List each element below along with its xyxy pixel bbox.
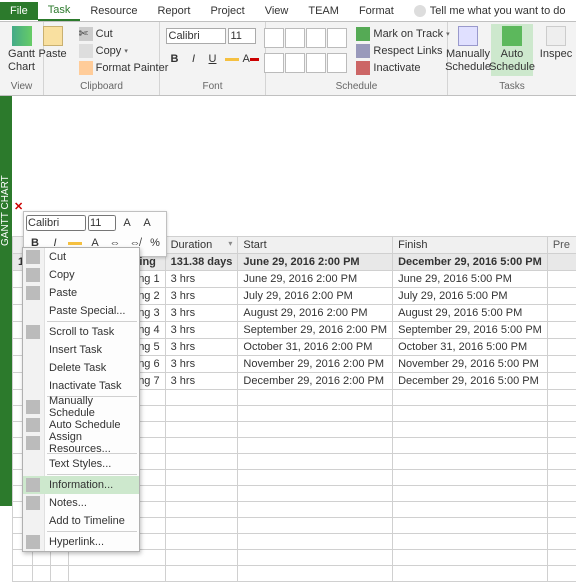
paste-icon <box>26 286 40 300</box>
auto-icon <box>26 418 40 432</box>
tab-file[interactable]: File <box>0 2 38 20</box>
mini-shrink-font-button[interactable]: A <box>138 214 156 232</box>
menu-information[interactable]: Information... <box>23 476 139 494</box>
tab-format[interactable]: Format <box>349 2 404 20</box>
manually-schedule-button[interactable]: Manually Schedule <box>447 24 489 76</box>
menu-paste[interactable]: Paste <box>23 284 139 302</box>
menu-manually-schedule[interactable]: Manually Schedule <box>23 398 139 416</box>
inspect-icon <box>546 26 566 46</box>
menu-scroll-to-task[interactable]: Scroll to Task <box>23 323 139 341</box>
menu-copy[interactable]: Copy <box>23 266 139 284</box>
respect-links-icon <box>356 44 370 58</box>
italic-button[interactable]: I <box>185 50 203 68</box>
menu-insert-task[interactable]: Insert Task <box>23 341 139 359</box>
menu-paste-special[interactable]: Paste Special... <box>23 302 139 320</box>
format-painter-button[interactable]: Format Painter <box>76 60 172 76</box>
copy-icon <box>26 268 40 282</box>
cut-button[interactable]: ✄Cut <box>76 26 172 42</box>
copy-icon <box>79 44 93 58</box>
manually-schedule-icon <box>458 26 478 46</box>
indent-button[interactable] <box>285 53 305 73</box>
scroll-icon <box>26 325 40 339</box>
col-predecessors[interactable]: Pre <box>547 237 576 254</box>
menu-add-to-timeline[interactable]: Add to Timeline <box>23 512 139 530</box>
schedule-gallery-button[interactable] <box>327 28 347 48</box>
fill-color-button[interactable] <box>223 50 241 68</box>
close-icon[interactable]: ✕ <box>14 200 23 213</box>
ribbon-tabs: File Task Resource Report Project View T… <box>0 0 576 22</box>
copy-button[interactable]: Copy▾ <box>76 43 172 59</box>
paste-icon <box>43 26 63 46</box>
tab-view[interactable]: View <box>255 2 299 20</box>
hyperlink-icon <box>26 535 40 549</box>
mini-font-size[interactable] <box>88 215 116 231</box>
respect-links-button[interactable]: Respect Links <box>353 43 452 59</box>
cut-icon <box>26 250 40 264</box>
col-start[interactable]: Start <box>238 237 393 254</box>
tab-team[interactable]: TEAM <box>298 2 349 20</box>
align-left-button[interactable] <box>264 28 284 48</box>
tab-report[interactable]: Report <box>147 2 200 20</box>
font-color-button[interactable]: A <box>242 50 260 68</box>
col-duration[interactable]: Duration▾ <box>165 237 238 254</box>
menu-inactivate-task[interactable]: Inactivate Task <box>23 377 139 395</box>
menu-hyperlink[interactable]: Hyperlink... <box>23 533 139 551</box>
group-label-font: Font <box>202 80 222 93</box>
split-task-button[interactable] <box>327 53 347 73</box>
ribbon: Gantt Chart View Paste ✄Cut Copy▾ Format… <box>0 22 576 96</box>
paste-button[interactable]: Paste <box>32 24 74 63</box>
group-label-view: View <box>11 80 33 93</box>
cut-icon: ✄ <box>79 27 93 41</box>
notes-icon <box>26 496 40 510</box>
mark-on-track-button[interactable]: Mark on Track▾ <box>353 26 452 42</box>
menu-notes[interactable]: Notes... <box>23 494 139 512</box>
tab-project[interactable]: Project <box>200 2 254 20</box>
table-row[interactable] <box>13 566 576 582</box>
font-size-select[interactable] <box>228 28 256 44</box>
auto-schedule-icon <box>502 26 522 46</box>
gantt-chart-icon <box>12 26 32 46</box>
inspect-button[interactable]: Inspec <box>535 24 576 63</box>
tab-task[interactable]: Task <box>38 1 81 21</box>
font-color-icon <box>250 58 259 61</box>
underline-button[interactable]: U <box>204 50 222 68</box>
tab-resource[interactable]: Resource <box>80 2 147 20</box>
assign-icon <box>26 436 40 450</box>
inactivate-button[interactable]: Inactivate <box>353 60 452 76</box>
menu-assign-resources[interactable]: Assign Resources... <box>23 434 139 452</box>
menu-cut[interactable]: Cut <box>23 248 139 266</box>
mini-percent-button[interactable]: % <box>146 234 164 252</box>
group-label-schedule: Schedule <box>336 80 378 93</box>
format-painter-icon <box>79 61 93 75</box>
tell-me-search[interactable]: Tell me what you want to do <box>414 5 566 17</box>
info-icon <box>26 478 40 492</box>
fill-color-icon <box>225 58 239 61</box>
auto-schedule-button[interactable]: Auto Schedule <box>491 24 533 76</box>
inactivate-icon <box>356 61 370 75</box>
context-menu: Cut Copy Paste Paste Special... Scroll t… <box>22 247 140 552</box>
mark-on-track-icon <box>356 27 370 41</box>
menu-text-styles[interactable]: Text Styles... <box>23 455 139 473</box>
col-finish[interactable]: Finish <box>393 237 548 254</box>
menu-delete-task[interactable]: Delete Task <box>23 359 139 377</box>
align-center-button[interactable] <box>285 28 305 48</box>
manual-icon <box>26 400 40 414</box>
mini-font-name[interactable] <box>26 215 86 231</box>
group-label-clipboard: Clipboard <box>80 80 123 93</box>
align-right-button[interactable] <box>306 28 326 48</box>
bulb-icon <box>414 5 426 17</box>
bold-button[interactable]: B <box>166 50 184 68</box>
outdent-button[interactable] <box>264 53 284 73</box>
mini-grow-font-button[interactable]: A <box>118 214 136 232</box>
group-label-tasks: Tasks <box>499 80 525 93</box>
font-name-select[interactable] <box>166 28 226 44</box>
update-button[interactable] <box>306 53 326 73</box>
sidebar-label: GANTT CHART <box>0 96 12 506</box>
